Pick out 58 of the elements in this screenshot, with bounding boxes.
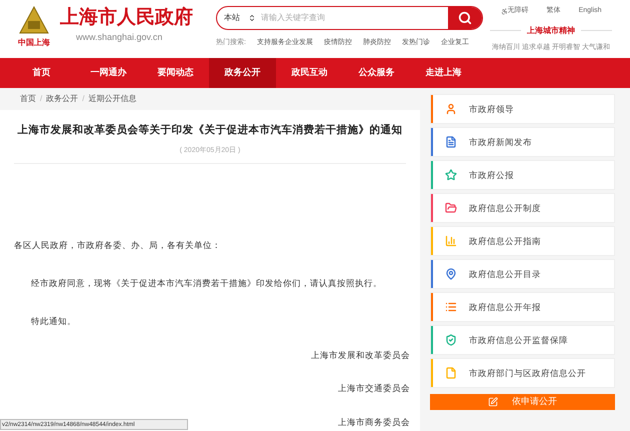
document-icon xyxy=(445,136,457,148)
map-pin-icon xyxy=(445,268,457,280)
signature: 上海市商务委员会 xyxy=(338,416,410,429)
breadcrumb-link[interactable]: 近期公开信息 xyxy=(88,93,136,105)
breadcrumb-separator: / xyxy=(40,93,42,105)
search-icon xyxy=(458,11,472,25)
breadcrumb-separator: / xyxy=(82,93,84,105)
shield-icon xyxy=(445,334,457,346)
folder-icon xyxy=(445,202,457,214)
sidebar-label: 政府信息公开年报 xyxy=(469,300,541,314)
scope-select[interactable]: 本站 xyxy=(217,12,261,24)
person-icon xyxy=(445,103,457,115)
star-icon xyxy=(445,169,457,181)
sidebar-label: 市政府信息公开监督保障 xyxy=(469,334,568,346)
breadcrumb-link[interactable]: 首页 xyxy=(20,93,36,105)
body-paragraph: 经市政府同意，现将《关于促进本市汽车消费若干措施》印发给你们，请认真按照执行。 xyxy=(31,277,382,290)
sidebar-label: 政府信息公开目录 xyxy=(469,268,541,280)
sidebar-link[interactable]: 政府信息公开制度 xyxy=(430,193,615,223)
sidebar-label: 市政府领导 xyxy=(469,102,514,116)
file-icon xyxy=(445,367,457,379)
salutation: 各区人民政府，市政府各委、办、局，各有关单位： xyxy=(14,239,221,252)
accessibility-icon xyxy=(500,8,508,15)
search-input[interactable]: 请输入关键字查询 xyxy=(261,12,448,24)
sidebar-label: 市政府公报 xyxy=(469,168,514,182)
sidebar-link[interactable]: 市政府部门与区政府信息公开 xyxy=(430,358,615,388)
site-url: www.shanghai.gov.cn xyxy=(76,31,164,44)
sidebar-link[interactable]: 市政府新闻发布 xyxy=(430,127,615,157)
nav-tab[interactable]: 首页 xyxy=(8,58,75,88)
nav-tab[interactable]: 走进上海 xyxy=(410,58,477,88)
nav-tab[interactable]: 公众服务 xyxy=(343,58,410,88)
search-bar[interactable]: 本站 请输入关键字查询 xyxy=(216,6,484,30)
sidebar-label: 政府信息公开制度 xyxy=(469,202,541,214)
signature: 上海市发展和改革委员会 xyxy=(311,348,410,362)
breadcrumb-link[interactable]: 政务公开 xyxy=(46,93,78,105)
article-title: 上海市发展和改革委员会等关于印发《关于促进本市汽车消费若干措施》的通知 xyxy=(18,123,402,138)
search-button[interactable] xyxy=(448,7,482,29)
sidebar-label: 市政府部门与区政府信息公开 xyxy=(469,366,586,380)
sidebar-link[interactable]: 市政府领导 xyxy=(430,94,615,124)
signature: 上海市交通委员会 xyxy=(338,382,410,395)
body-paragraph: 特此通知。 xyxy=(31,314,76,328)
nav-tab[interactable]: 政民互动 xyxy=(276,58,343,88)
edit-icon xyxy=(488,397,498,407)
sidebar-label: 政府信息公开指南 xyxy=(469,234,541,248)
emblem-icon xyxy=(19,6,49,36)
sidebar-link[interactable]: 政府信息公开年报 xyxy=(430,292,615,322)
sidebar-link[interactable]: 政府信息公开指南 xyxy=(430,226,615,256)
up-down-arrows-icon xyxy=(248,14,256,22)
bar-chart-icon xyxy=(445,235,457,247)
sidebar-label: 市政府新闻发布 xyxy=(469,136,532,148)
nav-tab[interactable]: 一网通办 xyxy=(75,58,142,88)
badge-caption: 中国上海 xyxy=(18,39,50,47)
sidebar-link[interactable]: 市政府公报 xyxy=(430,160,615,190)
list-icon xyxy=(445,301,457,313)
city-spirit-title: 上海城市精神 xyxy=(527,24,576,36)
nav-tab[interactable]: 政务公开 xyxy=(209,58,276,88)
sidebar-link[interactable]: 市政府信息公开监督保障 xyxy=(430,325,615,355)
sidebar-link[interactable]: 政府信息公开目录 xyxy=(430,259,615,289)
nav-tab[interactable]: 要闻动态 xyxy=(142,58,209,88)
